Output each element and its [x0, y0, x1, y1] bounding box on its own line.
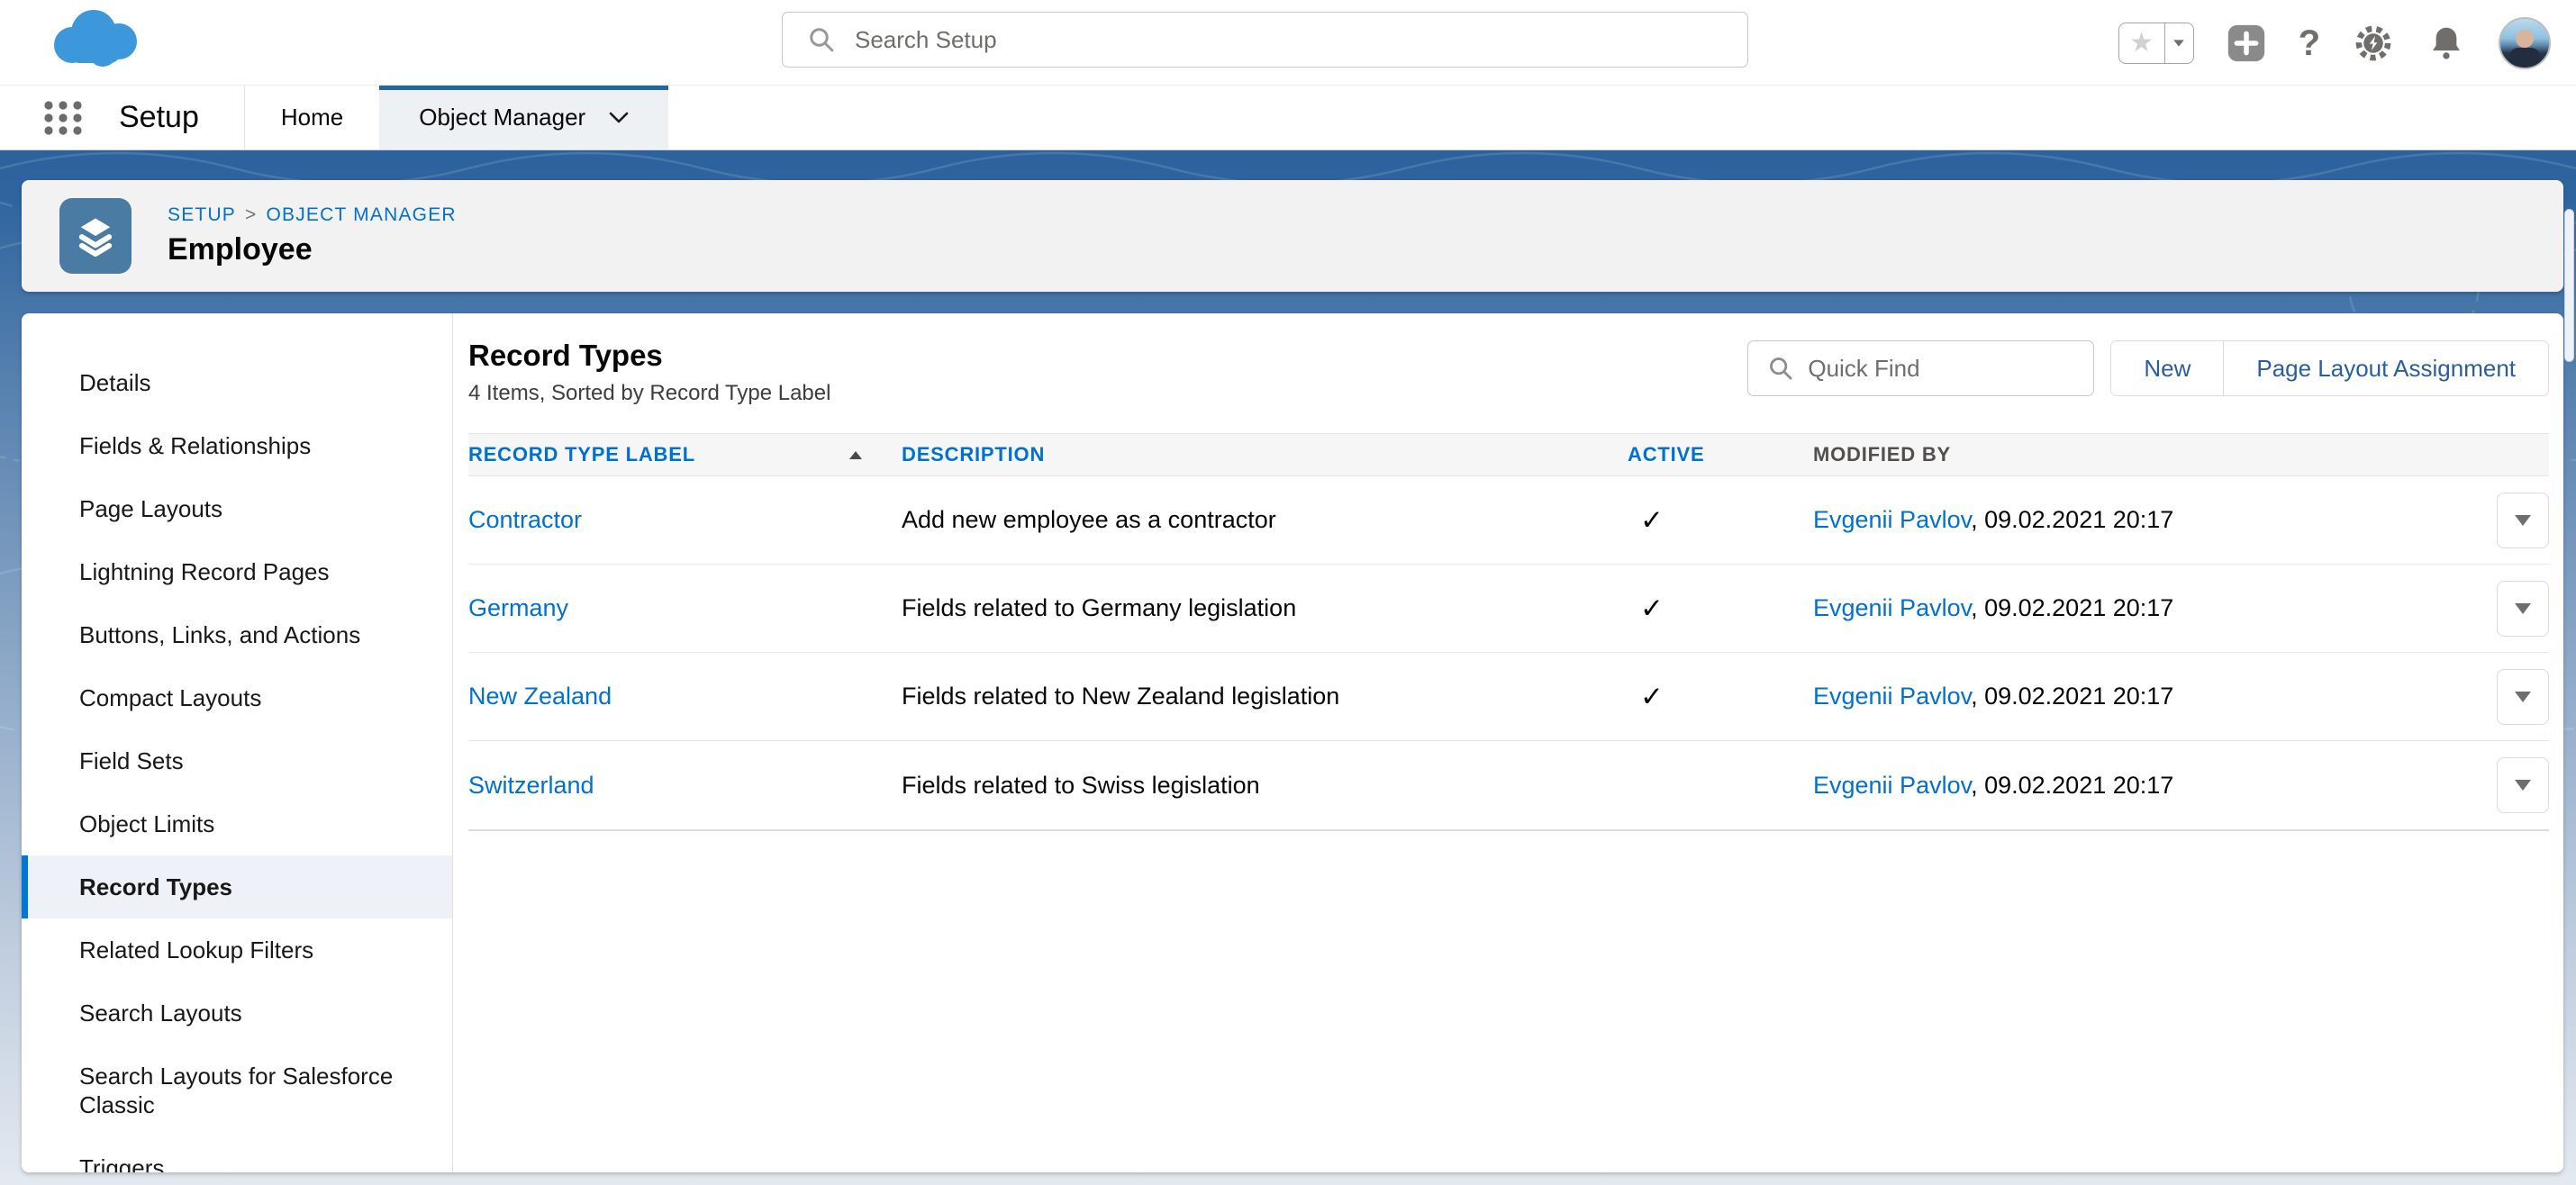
active-check-icon: ✓: [1640, 681, 1664, 712]
table-header-row: RECORD TYPE LABEL DESCRIPTION ACTIVE MOD…: [468, 433, 2549, 476]
column-header-modified-by: MODIFIED BY: [1813, 443, 2466, 466]
column-header-description[interactable]: DESCRIPTION: [902, 443, 1628, 466]
global-header: ★ ?: [0, 0, 2576, 86]
breadcrumb-object-manager-link[interactable]: OBJECT MANAGER: [266, 204, 456, 225]
modified-date: , 09.02.2021 20:17: [1971, 772, 2173, 799]
tab-object-manager[interactable]: Object Manager: [379, 86, 668, 149]
tab-object-manager-label: Object Manager: [419, 104, 585, 131]
favorites-list-button[interactable]: [2164, 23, 2193, 63]
record-type-description: Fields related to Swiss legislation: [902, 772, 1628, 800]
row-actions-dropdown-button[interactable]: [2497, 757, 2549, 813]
sidebar-item-search-layouts[interactable]: Search Layouts: [22, 981, 452, 1045]
sidebar-item-fields-relationships[interactable]: Fields & Relationships: [22, 414, 452, 477]
modified-date: , 09.02.2021 20:17: [1971, 683, 2173, 710]
global-search: [782, 12, 1748, 68]
caret-down-icon: [2173, 40, 2184, 46]
app-title: Setup: [119, 100, 199, 135]
sidebar-item-buttons-links-actions[interactable]: Buttons, Links, and Actions: [22, 603, 452, 666]
table-row: Switzerland Fields related to Swiss legi…: [468, 741, 2549, 829]
sidebar-item-triggers[interactable]: Triggers: [22, 1136, 452, 1172]
page-title: Employee: [168, 232, 457, 267]
panel-buttons: New Page Layout Assignment: [2110, 340, 2549, 396]
column-label: RECORD TYPE LABEL: [468, 443, 695, 466]
sidebar-item-object-limits[interactable]: Object Limits: [22, 792, 452, 855]
record-type-link[interactable]: Contractor: [468, 506, 582, 533]
record-type-description: Fields related to New Zealand legislatio…: [902, 683, 1628, 710]
sidebar-item-compact-layouts[interactable]: Compact Layouts: [22, 666, 452, 729]
sidebar-item-record-types[interactable]: Record Types: [22, 855, 452, 918]
record-types-table: RECORD TYPE LABEL DESCRIPTION ACTIVE MOD…: [468, 433, 2549, 831]
tab-home-label: Home: [281, 104, 343, 131]
active-check-icon: ✓: [1640, 504, 1664, 536]
record-type-link[interactable]: Germany: [468, 594, 568, 621]
salesforce-cloud-logo: [45, 5, 146, 74]
record-type-description: Fields related to Germany legislation: [902, 594, 1628, 622]
search-setup-input[interactable]: [855, 26, 1729, 54]
record-types-panel: Record Types 4 Items, Sorted by Record T…: [453, 313, 2563, 1172]
user-avatar[interactable]: [2499, 17, 2551, 69]
salesforce-setup-page: { "header": { "search_placeholder": "Sea…: [0, 0, 2576, 1185]
favorites-control: ★: [2118, 23, 2194, 64]
record-type-description: Add new employee as a contractor: [902, 506, 1628, 534]
content-card: Details Fields & Relationships Page Layo…: [22, 313, 2563, 1172]
modified-by-link[interactable]: Evgenii Pavlov: [1813, 683, 1971, 710]
table-row: Contractor Add new employee as a contrac…: [468, 476, 2549, 565]
help-icon[interactable]: ?: [2299, 25, 2320, 61]
modified-by-link[interactable]: Evgenii Pavlov: [1813, 506, 1971, 533]
page-layout-assignment-button[interactable]: Page Layout Assignment: [2223, 341, 2548, 395]
setup-nav-bar: Setup Home Object Manager: [0, 86, 2576, 150]
quick-find: [1747, 340, 2094, 396]
record-type-link[interactable]: New Zealand: [468, 683, 612, 710]
tab-home[interactable]: Home: [245, 86, 379, 149]
new-button[interactable]: New: [2111, 341, 2223, 395]
search-icon: [1768, 356, 1793, 381]
dropdown-arrow-icon: [2515, 692, 2531, 702]
favorites-star-button[interactable]: ★: [2119, 23, 2164, 63]
row-actions-dropdown-button[interactable]: [2497, 669, 2549, 725]
sidebar-item-page-layouts[interactable]: Page Layouts: [22, 477, 452, 540]
modified-date: , 09.02.2021 20:17: [1971, 594, 2173, 621]
sidebar-item-related-lookup-filters[interactable]: Related Lookup Filters: [22, 918, 452, 981]
row-actions-dropdown-button[interactable]: [2497, 581, 2549, 637]
table-row: Germany Fields related to Germany legisl…: [468, 565, 2549, 653]
object-sidebar: Details Fields & Relationships Page Layo…: [22, 313, 453, 1172]
modified-by-link[interactable]: Evgenii Pavlov: [1813, 594, 1971, 621]
header-actions: ★ ?: [2118, 0, 2551, 86]
sidebar-item-search-layouts-classic[interactable]: Search Layouts for Salesforce Classic: [22, 1045, 452, 1136]
column-header-record-type-label[interactable]: RECORD TYPE LABEL: [468, 443, 902, 466]
star-icon: ★: [2129, 27, 2154, 59]
quick-find-input[interactable]: [1808, 355, 2081, 383]
panel-title: Record Types: [468, 339, 830, 373]
quick-create-plus-icon[interactable]: [2227, 23, 2266, 63]
object-icon: [59, 198, 132, 274]
panel-subtitle: 4 Items, Sorted by Record Type Label: [468, 381, 830, 406]
setup-gear-icon[interactable]: [2353, 23, 2394, 64]
notifications-bell-icon[interactable]: [2426, 23, 2466, 64]
app-launcher-waffle-icon[interactable]: [43, 100, 85, 136]
sidebar-item-details[interactable]: Details: [22, 351, 452, 414]
modified-by-link[interactable]: Evgenii Pavlov: [1813, 772, 1971, 799]
breadcrumb-card: SETUP>OBJECT MANAGER Employee: [22, 180, 2563, 292]
breadcrumb-separator: >: [236, 204, 266, 225]
sort-ascending-icon: [849, 451, 862, 459]
modified-date: , 09.02.2021 20:17: [1971, 506, 2173, 533]
table-row: New Zealand Fields related to New Zealan…: [468, 653, 2549, 741]
dropdown-arrow-icon: [2515, 603, 2531, 614]
row-actions-dropdown-button[interactable]: [2497, 493, 2549, 548]
layers-icon: [72, 213, 119, 259]
record-type-link[interactable]: Switzerland: [468, 772, 594, 799]
sidebar-item-field-sets[interactable]: Field Sets: [22, 729, 452, 792]
breadcrumb-setup-link[interactable]: SETUP: [168, 204, 236, 225]
sidebar-item-lightning-record-pages[interactable]: Lightning Record Pages: [22, 540, 452, 603]
search-icon: [808, 26, 835, 53]
breadcrumb: SETUP>OBJECT MANAGER: [168, 204, 457, 226]
active-check-icon: ✓: [1640, 592, 1664, 624]
dropdown-arrow-icon: [2515, 780, 2531, 791]
page-scrollbar-thumb[interactable]: [2564, 209, 2574, 362]
dropdown-arrow-icon: [2515, 515, 2531, 526]
chevron-down-icon: [609, 112, 629, 124]
column-header-active[interactable]: ACTIVE: [1628, 443, 1813, 466]
